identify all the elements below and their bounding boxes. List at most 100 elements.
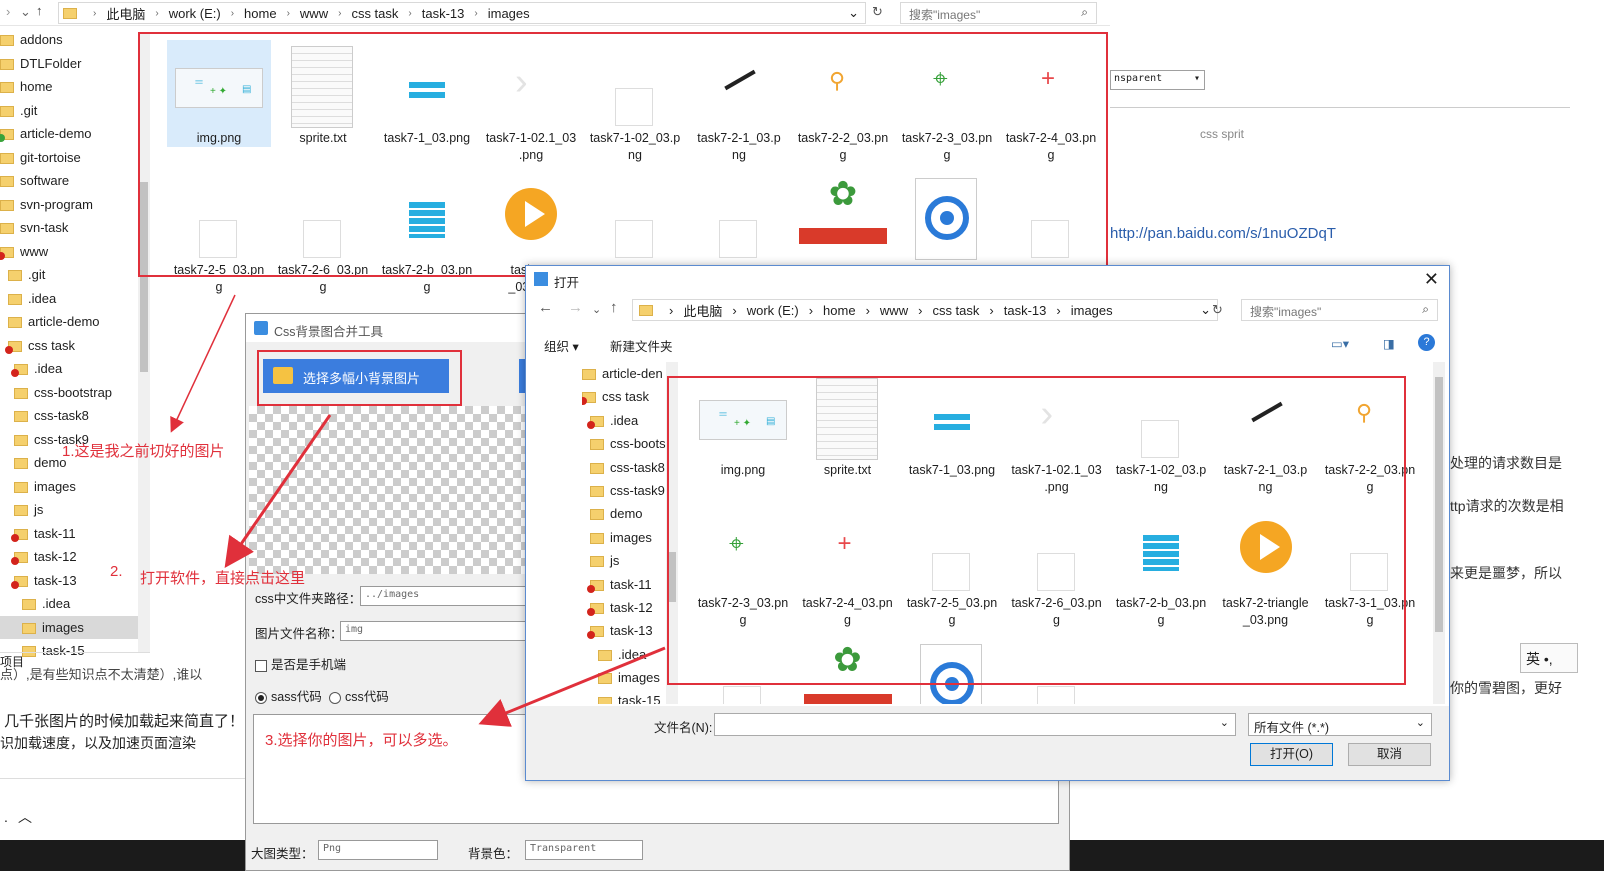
tree-item[interactable]: .idea xyxy=(582,643,677,666)
back-arrow-icon[interactable]: ← xyxy=(538,299,553,316)
tree-item[interactable]: task-13 xyxy=(0,569,150,593)
chevron-down-icon[interactable]: ⌄ xyxy=(848,5,859,21)
breadcrumb-separator-icon[interactable]: › xyxy=(93,8,96,19)
breadcrumb-item[interactable]: images xyxy=(1071,303,1113,318)
tree-item[interactable]: addons xyxy=(0,28,150,52)
tree-item[interactable]: www xyxy=(0,240,150,264)
tree-item[interactable]: js xyxy=(582,549,677,572)
tree-item[interactable]: .idea xyxy=(0,592,150,616)
tree-item[interactable]: home xyxy=(0,75,150,99)
cancel-button[interactable]: 取消 xyxy=(1348,743,1431,766)
breadcrumb-separator-icon[interactable]: › xyxy=(918,303,922,318)
open-button[interactable]: 打开(O) xyxy=(1250,743,1333,766)
search-input[interactable]: 搜索"images" ⌕ xyxy=(1241,299,1438,321)
tree-item[interactable]: task-11 xyxy=(582,573,677,596)
tree-item[interactable]: js xyxy=(0,498,150,522)
close-icon[interactable]: ✕ xyxy=(1424,269,1439,290)
tree-item[interactable]: task-12 xyxy=(582,596,677,619)
breadcrumb[interactable]: › 此电脑 › work (E:) › home › www › css task › task-13… xyxy=(632,299,1218,321)
tree-item[interactable]: git-tortoise xyxy=(0,146,150,170)
tree-item[interactable]: css-bootstrap xyxy=(0,381,150,405)
up-arrow-icon[interactable]: ↑ xyxy=(610,299,618,316)
new-folder-button[interactable]: 新建文件夹 xyxy=(610,336,673,355)
tree-item[interactable]: .git xyxy=(0,99,150,123)
css-radio[interactable]: css代码 xyxy=(329,686,389,705)
tree-item[interactable]: css task xyxy=(0,334,150,358)
breadcrumb-separator-icon[interactable]: › xyxy=(155,8,158,19)
bg-color-select[interactable]: Transparent xyxy=(525,840,643,860)
tree-item[interactable]: .idea xyxy=(0,357,150,381)
tree-item[interactable]: task-13 xyxy=(582,619,677,642)
download-link[interactable]: http://pan.baidu.com/s/1nuOZDqT xyxy=(1110,225,1336,242)
breadcrumb-item[interactable]: css task xyxy=(351,6,398,21)
tree-item[interactable]: DTLFolder xyxy=(0,52,150,76)
breadcrumb-item[interactable]: 此电脑 xyxy=(683,301,722,320)
chevron-down-icon[interactable]: ⌄ xyxy=(20,4,31,20)
forward-arrow-icon[interactable]: → xyxy=(568,299,583,316)
tree-item[interactable]: article-den xyxy=(582,362,677,385)
breadcrumb-item[interactable]: www xyxy=(880,303,908,318)
tree-item[interactable]: .idea xyxy=(582,409,677,432)
tree-item[interactable]: article-demo xyxy=(0,310,150,334)
tree-item[interactable]: software xyxy=(0,169,150,193)
breadcrumb-separator-icon[interactable]: › xyxy=(408,8,411,19)
refresh-icon[interactable]: ↻ xyxy=(1212,302,1223,318)
chevron-down-icon[interactable]: ⌄ xyxy=(592,303,601,316)
breadcrumb-separator-icon[interactable]: › xyxy=(732,303,736,318)
css-path-input[interactable]: ../images xyxy=(360,586,530,606)
tree-item[interactable]: task-12 xyxy=(0,545,150,569)
tree-item[interactable]: images xyxy=(582,666,677,689)
breadcrumb-item[interactable]: home xyxy=(244,6,277,21)
bigimg-type-select[interactable]: Png xyxy=(318,840,438,860)
up-arrow-icon[interactable]: ↑ xyxy=(36,3,43,18)
breadcrumb-item[interactable]: www xyxy=(300,6,328,21)
breadcrumb-item[interactable]: css task xyxy=(932,303,979,318)
tree-item[interactable]: css-task8 xyxy=(0,404,150,428)
chevron-down-icon[interactable]: ⌄ xyxy=(1200,302,1211,318)
ellipsis-icon[interactable]: . xyxy=(4,809,8,825)
search-input[interactable]: 搜索"images" ⌕ xyxy=(900,2,1097,24)
breadcrumb-item[interactable]: task-13 xyxy=(1004,303,1047,318)
background-color-select[interactable]: nsparent ▾ xyxy=(1110,70,1205,90)
breadcrumb-separator-icon[interactable]: › xyxy=(287,8,290,19)
chevron-up-icon[interactable]: ︿ xyxy=(18,807,32,827)
organize-menu[interactable]: 组织 ▾ xyxy=(544,336,579,355)
back-arrow-icon[interactable]: › xyxy=(6,4,10,19)
tree-item[interactable]: css-boots xyxy=(582,432,677,455)
breadcrumb-separator-icon[interactable]: › xyxy=(669,303,673,318)
breadcrumb-separator-icon[interactable]: › xyxy=(338,8,341,19)
preview-pane-icon[interactable]: ◨ xyxy=(1383,336,1395,351)
breadcrumb-item[interactable]: work (E:) xyxy=(747,303,799,318)
tree-item[interactable]: task-11 xyxy=(0,522,150,546)
breadcrumb-separator-icon[interactable]: › xyxy=(231,8,234,19)
filetype-select[interactable]: 所有文件 (*.*) ⌄ xyxy=(1248,713,1432,736)
breadcrumb-separator-icon[interactable]: › xyxy=(1056,303,1060,318)
tree-item[interactable]: svn-program xyxy=(0,193,150,217)
breadcrumb-item[interactable]: images xyxy=(488,6,530,21)
breadcrumb-item[interactable]: task-13 xyxy=(422,6,465,21)
mobile-checkbox[interactable]: 是否是手机端 xyxy=(255,654,346,673)
breadcrumb-separator-icon[interactable]: › xyxy=(866,303,870,318)
tree-item[interactable]: svn-task xyxy=(0,216,150,240)
tree-item[interactable]: .git xyxy=(0,263,150,287)
tree-item[interactable]: images xyxy=(582,526,677,549)
tree-item[interactable]: images xyxy=(0,615,150,639)
grid-scrollbar[interactable] xyxy=(1433,362,1445,704)
breadcrumb-item[interactable]: home xyxy=(823,303,856,318)
tree-item[interactable]: .idea xyxy=(0,287,150,311)
tree-item[interactable]: css-task9 xyxy=(582,479,677,502)
breadcrumb-separator-icon[interactable]: › xyxy=(474,8,477,19)
tree-item[interactable]: css task xyxy=(582,385,677,408)
tree-item[interactable]: css-task8 xyxy=(582,456,677,479)
tree-item[interactable]: images xyxy=(0,475,150,499)
view-options-icon[interactable]: ▭▾ xyxy=(1331,336,1349,351)
image-name-input[interactable]: img xyxy=(340,621,530,641)
filename-input[interactable]: ⌄ xyxy=(714,713,1236,736)
breadcrumb-item[interactable]: work (E:) xyxy=(169,6,221,21)
breadcrumb-separator-icon[interactable]: › xyxy=(809,303,813,318)
ime-indicator[interactable]: 英 •, xyxy=(1520,643,1578,673)
breadcrumb-item[interactable]: 此电脑 xyxy=(106,4,145,23)
breadcrumb-separator-icon[interactable]: › xyxy=(989,303,993,318)
tree-item[interactable]: task-15 xyxy=(582,689,677,704)
refresh-icon[interactable]: ↻ xyxy=(872,4,883,20)
